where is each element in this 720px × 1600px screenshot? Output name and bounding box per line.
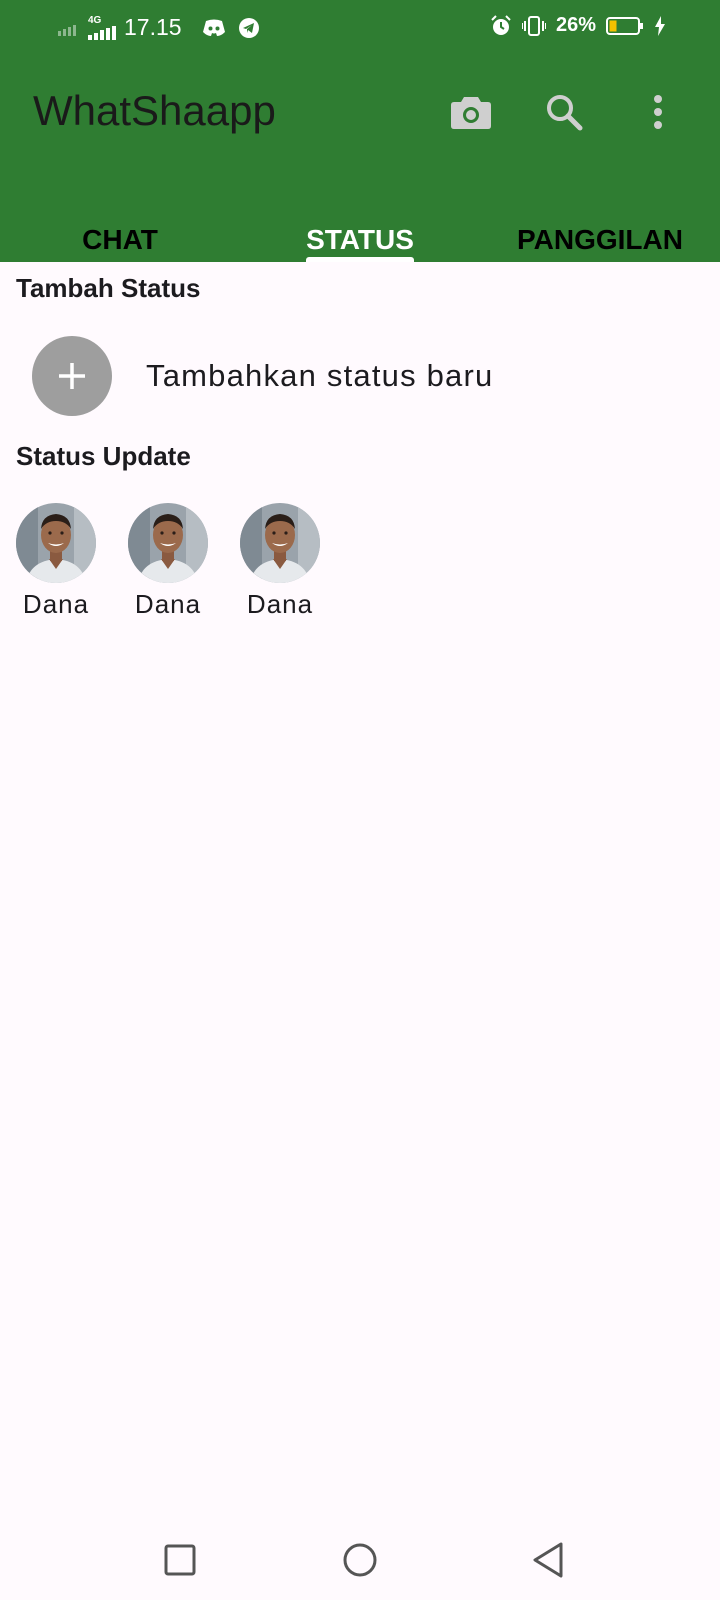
back-icon: [533, 1542, 563, 1578]
app-title: WhatShaapp: [33, 87, 276, 134]
tab-panggilan[interactable]: PANGGILAN: [480, 206, 720, 262]
status-item[interactable]: Dana: [16, 503, 96, 620]
tab-indicator: [306, 257, 414, 262]
recent-apps-button[interactable]: [158, 1538, 202, 1582]
tab-label: PANGGILAN: [517, 224, 683, 255]
alarm-icon: [491, 14, 511, 35]
search-button[interactable]: [538, 86, 590, 138]
telegram-icon: [238, 17, 259, 38]
status-name: Dana: [246, 589, 314, 619]
add-status-heading: Tambah Status: [16, 273, 201, 303]
avatar: [240, 503, 320, 583]
status-item[interactable]: Dana: [240, 503, 320, 620]
network-type: 4G: [88, 14, 102, 26]
avatar: [16, 503, 96, 583]
avatar: [128, 503, 208, 583]
status-update-list: Dana Dana Dana: [16, 503, 320, 620]
discord-icon: [202, 19, 225, 36]
status-item[interactable]: Dana: [128, 503, 208, 620]
battery-icon: [606, 16, 643, 35]
app-header: 4G 17.15 26% WhatShaapp CHAT STATUS PANG…: [0, 0, 720, 262]
status-name: Dana: [22, 589, 90, 619]
add-status-row[interactable]: Tambahkan status baru: [32, 336, 692, 416]
battery-percent: 26%: [555, 14, 596, 36]
tab-label: CHAT: [82, 224, 158, 255]
tab-label: STATUS: [306, 224, 414, 255]
camera-icon: [451, 97, 491, 129]
plus-icon: [59, 363, 85, 389]
charging-icon: [655, 15, 665, 36]
search-icon: [547, 95, 583, 131]
home-icon: [343, 1543, 377, 1577]
add-status-button[interactable]: [32, 336, 112, 416]
signal-weak-icon: [58, 24, 76, 36]
signal-icon: [88, 25, 116, 40]
vibrate-icon: [521, 15, 546, 36]
clock-time: 17.15: [124, 14, 182, 40]
status-name: Dana: [134, 589, 202, 619]
add-status-label: Tambahkan status baru: [146, 358, 494, 393]
status-update-heading: Status Update: [16, 441, 191, 471]
back-button[interactable]: [526, 1538, 570, 1582]
home-button[interactable]: [338, 1538, 382, 1582]
camera-button[interactable]: [445, 86, 497, 138]
screen: 4G 17.15 26% WhatShaapp CHAT STATUS PANG…: [0, 0, 720, 1600]
more-options-button[interactable]: [632, 86, 684, 138]
more-vert-icon: [654, 95, 662, 129]
tab-chat[interactable]: CHAT: [0, 206, 240, 262]
tab-status[interactable]: STATUS: [240, 206, 480, 262]
system-nav-bar: [0, 1520, 720, 1600]
recent-apps-icon: [164, 1544, 196, 1576]
status-bar: 4G 17.15 26%: [0, 0, 720, 58]
tab-bar: CHAT STATUS PANGGILAN: [0, 206, 720, 262]
